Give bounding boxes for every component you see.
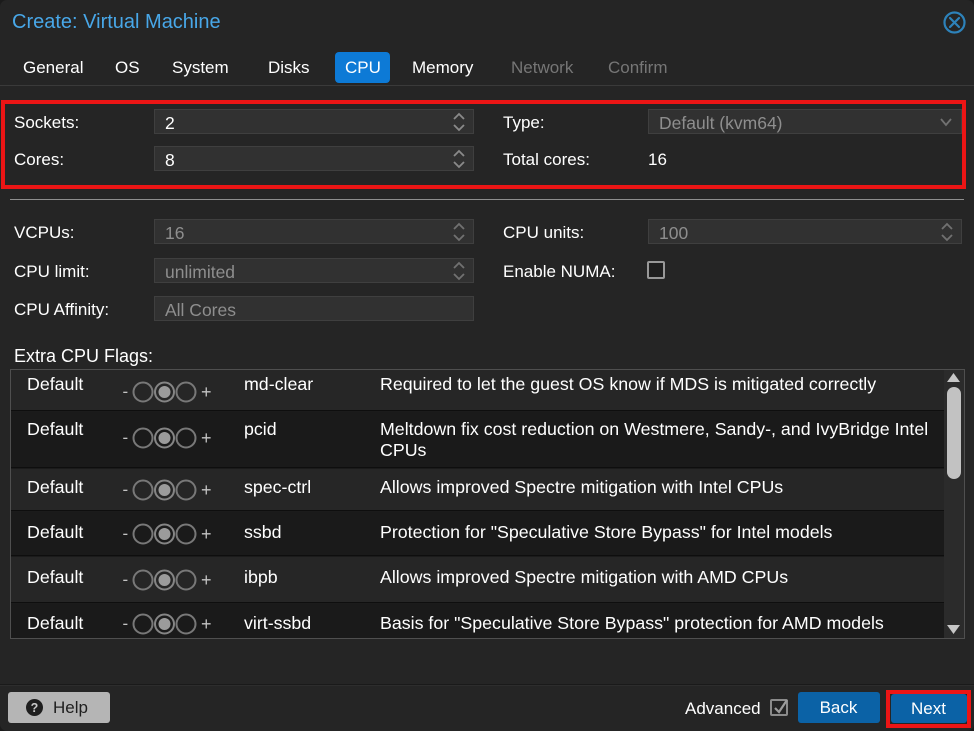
svg-text:+: +: [201, 524, 212, 544]
svg-text:-: -: [123, 428, 129, 447]
svg-text:+: +: [201, 428, 212, 448]
svg-text:?: ?: [31, 701, 39, 715]
svg-text:-: -: [123, 524, 129, 543]
svg-text:+: +: [201, 382, 212, 402]
svg-text:-: -: [123, 382, 129, 401]
svg-text:-: -: [123, 480, 129, 499]
svg-text:+: +: [201, 570, 212, 590]
svg-text:-: -: [123, 614, 129, 633]
svg-text:-: -: [123, 570, 129, 589]
svg-text:+: +: [201, 614, 212, 634]
svg-text:+: +: [201, 480, 212, 500]
